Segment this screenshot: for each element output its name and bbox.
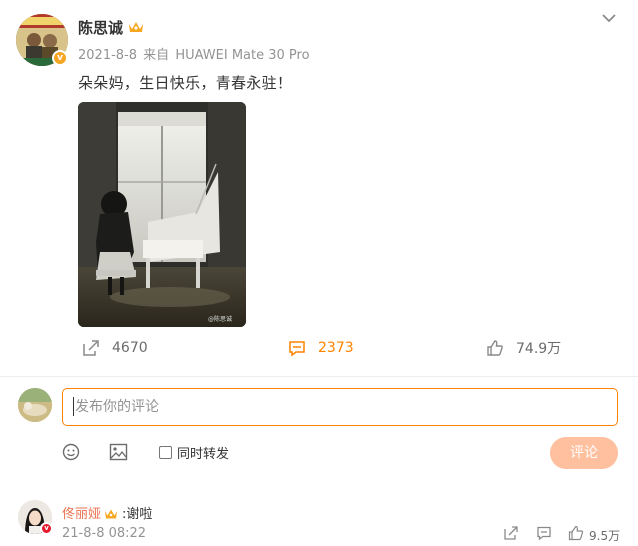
comment-text: :谢啦 [122,507,153,522]
emoji-icon[interactable] [62,443,80,461]
post-text: 朵朵妈，生日快乐，青春永驻！ [78,74,293,92]
image-icon[interactable] [109,443,128,461]
checkbox-box[interactable] [159,446,172,459]
post-meta: 2021-8-8 来自 HUAWEI Mate 30 Pro [78,44,312,63]
comment-repost-icon[interactable] [503,525,519,541]
post-author-name[interactable]: 陈思诚 [78,17,123,38]
repost-icon [83,340,99,356]
comment-button[interactable]: 2373 [288,338,354,358]
like-count: 74.9万 [516,341,562,357]
submit-comment-button[interactable]: 评论 [550,437,618,469]
like-icon [487,340,503,356]
post-image[interactable]: @陈思诚 [78,102,246,327]
verified-badge-icon: v [40,522,53,535]
repost-button[interactable]: 4670 [82,338,148,358]
post-device: HUAWEI Mate 30 Pro [175,48,310,63]
also-repost-label: 同时转发 [177,447,230,462]
comment-time: 21-8-8 08:22 [62,526,147,541]
verified-badge-icon: v [52,50,68,66]
comment-input-box[interactable] [62,388,618,426]
comment-like-icon[interactable] [568,525,584,541]
image-watermark: @陈思诚 [207,316,232,323]
chevron-down-icon[interactable] [600,10,618,24]
comment-like-count: 9.5万 [589,529,621,543]
text-caret [73,397,74,416]
comment-count: 2373 [318,340,354,356]
repost-count: 4670 [112,340,148,356]
comment-reply-icon[interactable] [536,525,552,541]
post-date[interactable]: 2021-8-8 [78,48,137,63]
current-user-avatar[interactable] [18,388,52,422]
post-source-prefix: 来自 [143,48,170,63]
also-repost-checkbox[interactable]: 同时转发 [159,443,229,462]
divider [0,376,638,377]
comment-input[interactable] [63,389,617,425]
like-button[interactable]: 74.9万 [486,338,561,358]
crown-icon [104,505,118,519]
comment-icon [289,341,305,357]
comment-author-name[interactable]: 佟丽娅 [62,503,101,522]
crown-icon [128,19,144,33]
